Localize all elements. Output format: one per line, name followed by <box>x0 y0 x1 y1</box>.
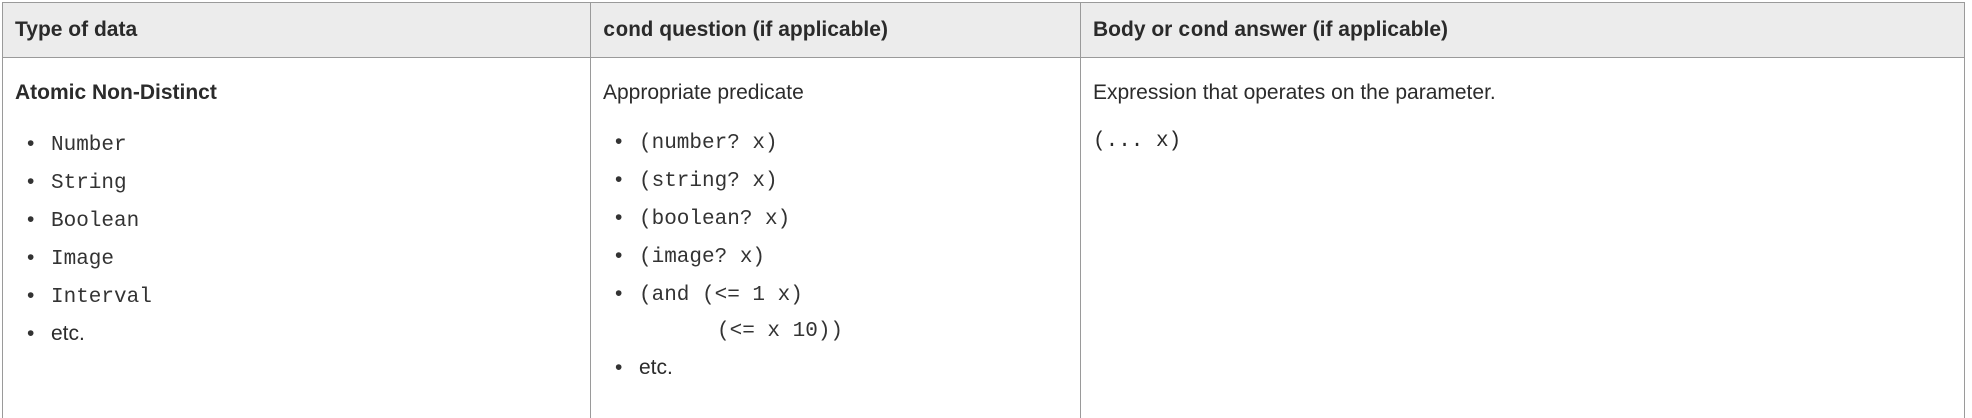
type-interval: Interval <box>51 286 152 309</box>
header-body-answer-label: answer (if applicable) <box>1229 18 1448 41</box>
header-body-prefix: Body or <box>1093 18 1178 41</box>
predicate-image: (image? x) <box>639 246 765 269</box>
header-row: Type of data cond question (if applicabl… <box>3 3 1965 58</box>
type-etc: etc. <box>51 322 85 345</box>
type-list: Number String Boolean Image Interval etc… <box>15 126 576 352</box>
list-item: (number? x) <box>603 124 1066 162</box>
header-type-of-data-label: Type of data <box>15 18 137 41</box>
header-body-or-answer: Body or cond answer (if applicable) <box>1081 3 1965 58</box>
header-body-cond-keyword: cond <box>1178 20 1228 43</box>
type-of-data-cell: Atomic Non-Distinct Number String Boolea… <box>3 58 591 418</box>
list-item: (string? x) <box>603 162 1066 200</box>
list-item: Interval <box>15 278 576 316</box>
predicate-etc: etc. <box>639 356 673 379</box>
type-image: Image <box>51 248 114 271</box>
data-driven-templates-table: Type of data cond question (if applicabl… <box>2 2 1965 418</box>
list-item: String <box>15 164 576 202</box>
list-item: (boolean? x) <box>603 200 1066 238</box>
answer-title: Expression that operates on the paramete… <box>1093 78 1950 108</box>
header-type-of-data: Type of data <box>3 3 591 58</box>
type-boolean: Boolean <box>51 210 139 233</box>
type-title: Atomic Non-Distinct <box>15 78 576 108</box>
list-item: etc. <box>15 316 576 352</box>
header-cond-keyword: cond <box>603 20 653 43</box>
list-item: etc. <box>603 350 1066 386</box>
list-item: Boolean <box>15 202 576 240</box>
list-item: Image <box>15 240 576 278</box>
type-number: Number <box>51 134 127 157</box>
type-string: String <box>51 172 127 195</box>
predicate-string: (string? x) <box>639 170 778 193</box>
header-cond-question-label: question (if applicable) <box>653 18 888 41</box>
predicate-number: (number? x) <box>639 132 778 155</box>
question-title: Appropriate predicate <box>603 78 1066 108</box>
predicate-list: (number? x) (string? x) (boolean? x) (im… <box>603 124 1066 386</box>
page: Type of data cond question (if applicabl… <box>0 0 1972 410</box>
list-item: (and (<= 1 x) (<= x 10)) <box>603 276 1066 350</box>
predicate-boolean: (boolean? x) <box>639 208 790 231</box>
cond-question-cell: Appropriate predicate (number? x) (strin… <box>591 58 1081 418</box>
list-item: (image? x) <box>603 238 1066 276</box>
answer-expression: (... x) <box>1093 124 1950 160</box>
table-row: Atomic Non-Distinct Number String Boolea… <box>3 58 1965 418</box>
predicate-interval: (and (<= 1 x) <box>639 284 803 307</box>
body-answer-cell: Expression that operates on the paramete… <box>1081 58 1965 418</box>
list-item: Number <box>15 126 576 164</box>
predicate-interval-continuation: (<= x 10)) <box>639 314 1066 350</box>
header-cond-question: cond question (if applicable) <box>591 3 1081 58</box>
